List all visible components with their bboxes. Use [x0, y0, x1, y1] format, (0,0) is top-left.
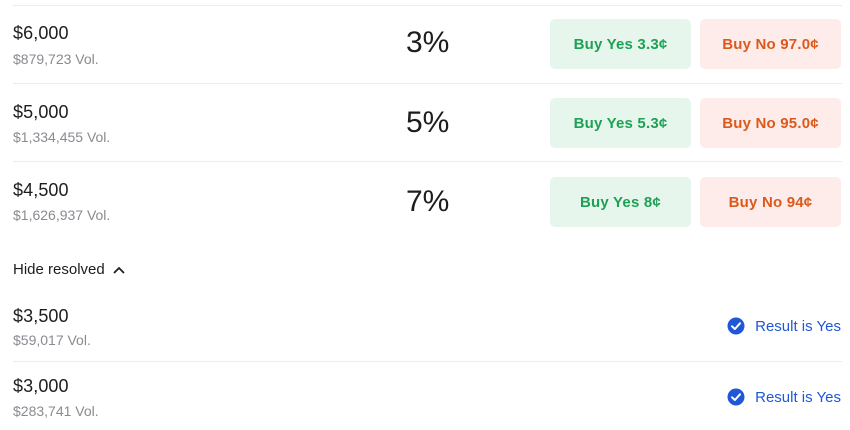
- buy-yes-button[interactable]: Buy Yes 3.3¢: [550, 19, 691, 69]
- market-volume: $59,017 Vol.: [13, 332, 91, 348]
- market-percent: 3%: [406, 26, 450, 59]
- market-label: $4,500: [13, 180, 69, 200]
- result-indicator: Result is Yes: [727, 388, 841, 406]
- resolved-market-row[interactable]: $3,500 $59,017 Vol. Result is Yes: [0, 292, 850, 362]
- hide-resolved-label: Hide resolved: [13, 261, 105, 278]
- resolved-market-row[interactable]: $3,000 $283,741 Vol. Result is Yes: [0, 362, 850, 430]
- chevron-up-icon: [112, 263, 126, 277]
- market-label: $5,000: [13, 102, 69, 122]
- market-percent: 5%: [406, 106, 450, 139]
- check-circle-icon: [727, 317, 745, 335]
- buy-no-button[interactable]: Buy No 95.0¢: [700, 98, 841, 148]
- market-volume: $283,741 Vol.: [13, 403, 99, 419]
- market-outcomes-panel: $6,000 $879,723 Vol. 3% Buy Yes 3.3¢ Buy…: [0, 0, 850, 430]
- market-volume: $879,723 Vol.: [13, 51, 99, 67]
- result-text: Result is Yes: [755, 317, 841, 335]
- buy-no-button[interactable]: Buy No 94¢: [700, 177, 841, 227]
- result-indicator: Result is Yes: [727, 317, 841, 335]
- result-text: Result is Yes: [755, 388, 841, 406]
- market-label: $3,500: [13, 306, 69, 326]
- buy-no-button[interactable]: Buy No 97.0¢: [700, 19, 841, 69]
- hide-resolved-toggle[interactable]: Hide resolved: [13, 261, 126, 278]
- market-percent: 7%: [406, 185, 450, 218]
- market-row[interactable]: $5,000 $1,334,455 Vol. 5% Buy Yes 5.3¢ B…: [0, 84, 850, 162]
- market-volume: $1,626,937 Vol.: [13, 207, 111, 223]
- check-circle-icon: [727, 388, 745, 406]
- market-label: $6,000: [13, 23, 69, 43]
- market-row[interactable]: $4,500 $1,626,937 Vol. 7% Buy Yes 8¢ Buy…: [0, 162, 850, 240]
- market-volume: $1,334,455 Vol.: [13, 129, 111, 145]
- buy-yes-button[interactable]: Buy Yes 5.3¢: [550, 98, 691, 148]
- market-label: $3,000: [13, 376, 69, 396]
- market-row[interactable]: $6,000 $879,723 Vol. 3% Buy Yes 3.3¢ Buy…: [0, 6, 850, 84]
- buy-yes-button[interactable]: Buy Yes 8¢: [550, 177, 691, 227]
